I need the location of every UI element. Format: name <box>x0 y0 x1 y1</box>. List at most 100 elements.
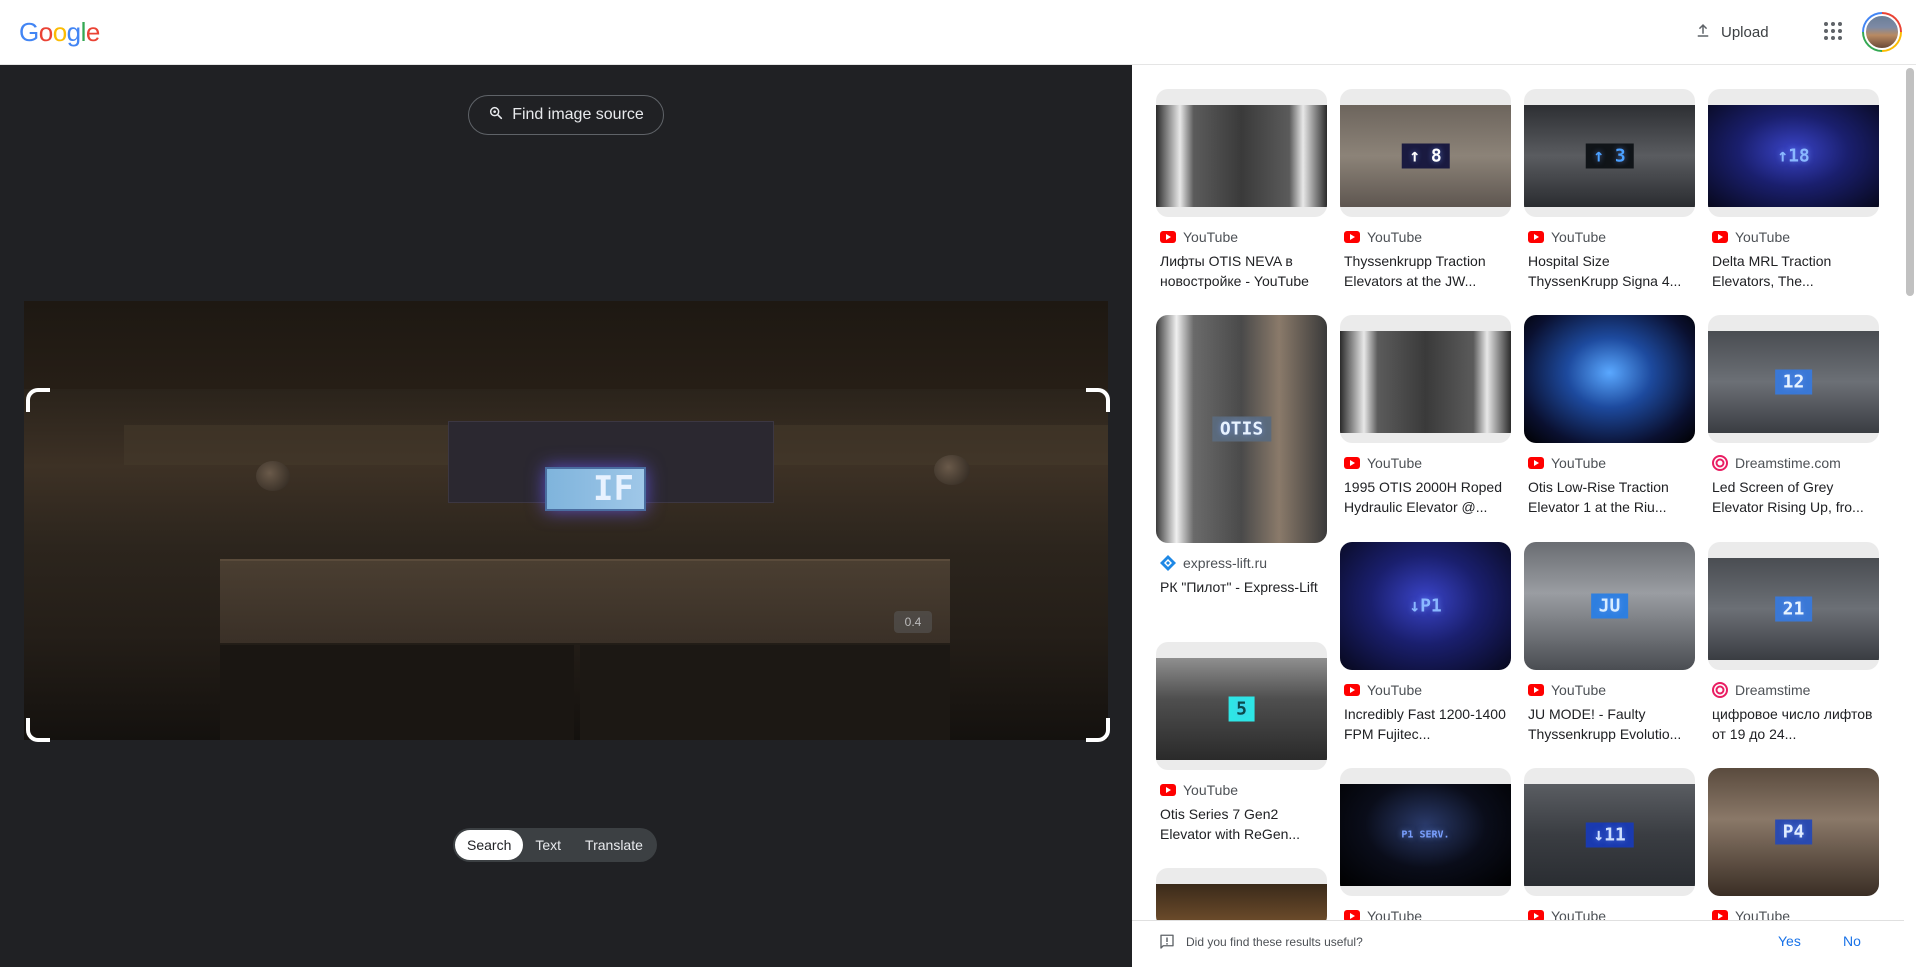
result-source-name: YouTube <box>1735 229 1791 245</box>
result-card[interactable]: ↑18 YouTube Delta MRL Traction Elevators, … <box>1708 89 1879 291</box>
result-thumbnail[interactable]: 5 <box>1156 642 1327 770</box>
result-title[interactable]: Delta MRL Traction Elevators, The... <box>1712 251 1875 291</box>
lens-mode-switcher: Search Text Translate <box>453 828 657 862</box>
result-title[interactable]: 1995 OTIS 2000H Roped Hydraulic Elevator… <box>1344 477 1507 517</box>
result-card[interactable]: P1 SERV. YouTube <box>1340 768 1511 924</box>
result-source-name: YouTube <box>1551 229 1607 245</box>
mode-tab-translate[interactable]: Translate <box>573 830 655 860</box>
feedback-no-button[interactable]: No <box>1843 933 1861 949</box>
youtube-icon <box>1528 682 1544 698</box>
result-card[interactable]: 21 Dreamstime цифровое число лифтов от 19 … <box>1708 542 1879 744</box>
result-thumbnail[interactable]: P1 SERV. <box>1340 768 1511 896</box>
result-card[interactable]: JU YouTube JU MODE! - Faulty Thyssenkrupp … <box>1524 542 1695 744</box>
crop-handle-top-left[interactable] <box>26 388 50 412</box>
find-image-source-label: Find image source <box>512 106 644 123</box>
result-card[interactable]: YouTube 1995 OTIS 2000H Roped Hydraulic E… <box>1340 315 1511 517</box>
elevator-door-right <box>580 645 950 740</box>
thumbnail-image: P1 SERV. <box>1340 784 1511 886</box>
result-title[interactable]: Led Screen of Grey Elevator Rising Up, f… <box>1712 477 1875 517</box>
feedback-icon <box>1158 933 1176 956</box>
google-apps-button[interactable] <box>1818 18 1848 48</box>
youtube-icon <box>1160 229 1176 245</box>
result-card[interactable]: OTIS express-lift.ru РК "Пилот" - Express-… <box>1156 315 1327 617</box>
result-source: express-lift.ru <box>1160 555 1323 571</box>
result-thumbnail[interactable]: ↑18 <box>1708 89 1879 217</box>
thumbnail-image <box>1524 315 1695 443</box>
result-title[interactable]: JU MODE! - Faulty Thyssenkrupp Evolutio.… <box>1528 704 1691 744</box>
result-thumbnail[interactable]: OTIS <box>1156 315 1327 543</box>
crop-handle-top-right[interactable] <box>1086 388 1110 412</box>
google-logo[interactable]: Google <box>19 17 100 47</box>
result-card[interactable] <box>1156 868 1327 928</box>
result-source-name: YouTube <box>1551 455 1607 471</box>
result-title[interactable]: РК "Пилот" - Express-Lift <box>1160 577 1323 617</box>
thumbnail-display-text: P4 <box>1774 819 1813 845</box>
dreamstime-icon <box>1712 455 1728 471</box>
upload-button[interactable]: Upload <box>1684 14 1781 50</box>
wall-fixture-right <box>934 455 970 485</box>
result-card[interactable]: ↑ 3 YouTube Hospital Size ThyssenKrupp Sig… <box>1524 89 1695 291</box>
result-thumbnail[interactable] <box>1156 89 1327 217</box>
youtube-icon <box>1528 455 1544 471</box>
results-scrollbar-thumb[interactable] <box>1906 68 1914 296</box>
result-source: YouTube <box>1344 455 1507 471</box>
thumbnail-image: ↑18 <box>1708 105 1879 207</box>
result-title[interactable]: Thyssenkrupp Traction Elevators at the J… <box>1344 251 1507 291</box>
result-thumbnail[interactable] <box>1156 868 1327 928</box>
result-thumbnail[interactable] <box>1340 315 1511 443</box>
thumbnail-display-text: P1 SERV. <box>1401 829 1450 841</box>
uploaded-image: IF 0.4 <box>24 301 1108 740</box>
thumbnail-display-text: ↓P1 <box>1409 595 1442 617</box>
mode-tab-text[interactable]: Text <box>523 830 573 860</box>
result-thumbnail[interactable]: P4 <box>1708 768 1879 896</box>
result-card[interactable]: ↓P1 YouTube Incredibly Fast 1200-1400 FPM … <box>1340 542 1511 744</box>
result-title[interactable]: Otis Low-Rise Traction Elevator 1 at the… <box>1528 477 1691 517</box>
result-thumbnail[interactable]: ↓P1 <box>1340 542 1511 670</box>
result-card[interactable]: 12 Dreamstime.com Led Screen of Grey Eleva… <box>1708 315 1879 517</box>
result-card[interactable]: ↓11 YouTube <box>1524 768 1695 924</box>
result-source: YouTube <box>1528 455 1691 471</box>
wall-fixture-left <box>256 461 290 491</box>
result-thumbnail[interactable]: ↑ 8 <box>1340 89 1511 217</box>
result-card[interactable]: P4 YouTube <box>1708 768 1879 924</box>
mode-tab-search[interactable]: Search <box>455 830 524 860</box>
result-source: Dreamstime <box>1712 682 1875 698</box>
lens-search-icon <box>488 105 504 126</box>
visual-matches-panel: YouTube Лифты OTIS NEVA в новостройке - Y… <box>1132 65 1916 967</box>
result-thumbnail[interactable] <box>1524 315 1695 443</box>
result-source: YouTube <box>1160 782 1323 798</box>
thumbnail-display-text: 21 <box>1774 596 1813 622</box>
account-avatar[interactable] <box>1862 12 1902 52</box>
thumbnail-display-text: ↑ 3 <box>1585 143 1634 169</box>
result-thumbnail[interactable]: 21 <box>1708 542 1879 670</box>
result-title[interactable]: цифровое число лифтов от 19 до 24... <box>1712 704 1875 744</box>
thumbnail-display-text: ↓11 <box>1585 822 1634 848</box>
upload-icon <box>1694 21 1712 43</box>
result-thumbnail[interactable]: ↓11 <box>1524 768 1695 896</box>
dreamstime-icon <box>1712 682 1728 698</box>
find-image-source-button[interactable]: Find image source <box>468 95 664 135</box>
result-card[interactable]: ↑ 8 YouTube Thyssenkrupp Traction Elevator… <box>1340 89 1511 291</box>
result-title[interactable]: Otis Series 7 Gen2 Elevator with ReGen..… <box>1160 804 1323 844</box>
result-title[interactable]: Лифты OTIS NEVA в новостройке - YouTube <box>1160 251 1323 291</box>
thumbnail-image: 21 <box>1708 558 1879 660</box>
thumbnail-display-text: ↑ 8 <box>1401 143 1450 169</box>
feedback-yes-button[interactable]: Yes <box>1778 933 1801 949</box>
result-card[interactable]: YouTube Лифты OTIS NEVA в новостройке - Y… <box>1156 89 1327 291</box>
result-thumbnail[interactable]: JU <box>1524 542 1695 670</box>
result-card[interactable]: 5 YouTube Otis Series 7 Gen2 Elevator with… <box>1156 642 1327 844</box>
result-thumbnail[interactable]: ↑ 3 <box>1524 89 1695 217</box>
thumbnail-display-text: 12 <box>1774 369 1813 395</box>
result-title[interactable]: Hospital Size ThyssenKrupp Signa 4... <box>1528 251 1691 291</box>
result-source: YouTube <box>1528 682 1691 698</box>
result-thumbnail[interactable]: 12 <box>1708 315 1879 443</box>
crop-handle-bottom-left[interactable] <box>26 718 50 742</box>
crop-handle-bottom-right[interactable] <box>1086 718 1110 742</box>
result-card[interactable]: YouTube Otis Low-Rise Traction Elevator 1… <box>1524 315 1695 517</box>
result-source-name: YouTube <box>1551 682 1607 698</box>
logo-letter: o <box>38 17 53 47</box>
thumbnail-display-text: ↑18 <box>1777 145 1810 167</box>
result-title[interactable]: Incredibly Fast 1200-1400 FPM Fujitec... <box>1344 704 1507 744</box>
upload-label: Upload <box>1721 23 1769 41</box>
youtube-icon <box>1712 229 1728 245</box>
